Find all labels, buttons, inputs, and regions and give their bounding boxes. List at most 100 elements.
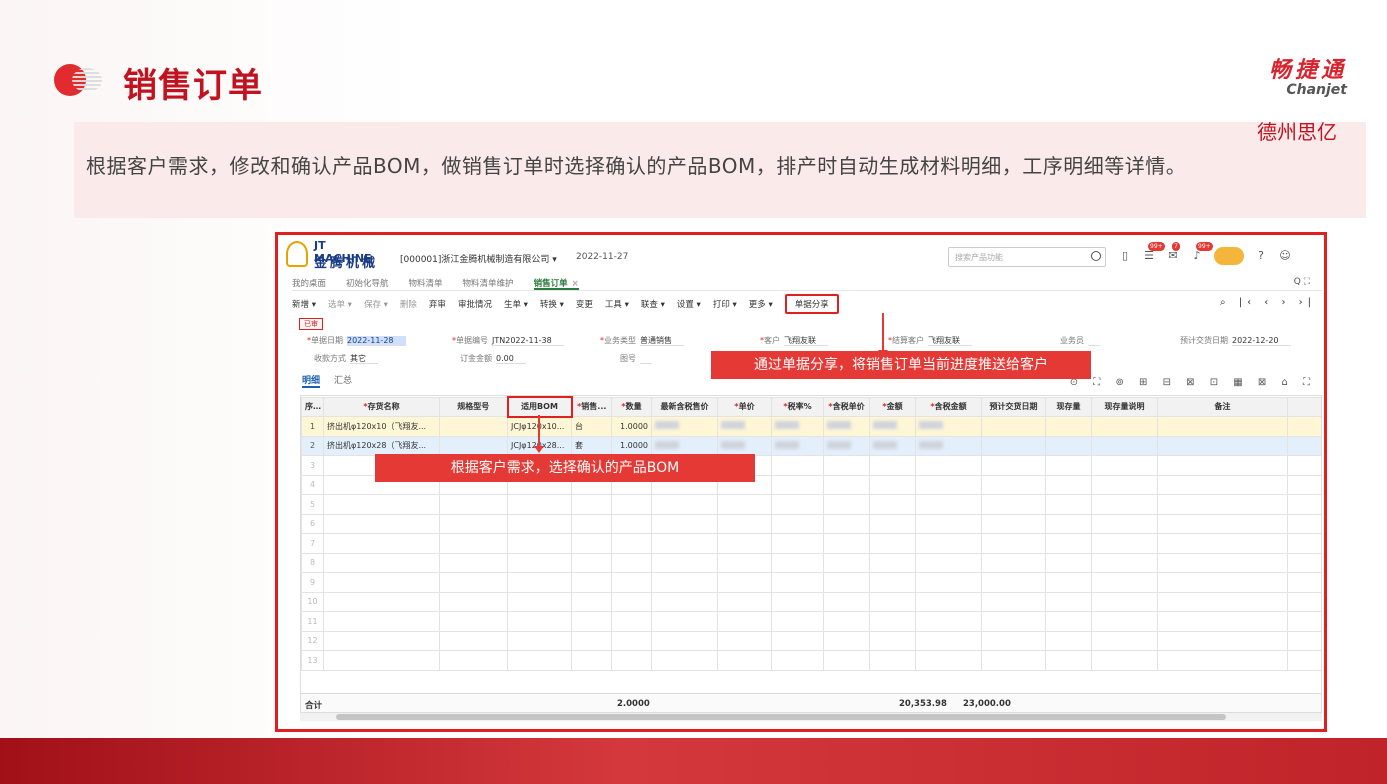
col-qty[interactable]: *数量 (611, 396, 652, 417)
grid-cell[interactable] (439, 513, 508, 534)
grid-cell[interactable] (439, 552, 508, 573)
grid-cell[interactable] (717, 533, 772, 554)
row-name[interactable]: 挤出机φ120x10（飞翔友... (323, 416, 440, 437)
grid-cell[interactable] (323, 611, 440, 632)
grid-cell[interactable] (651, 650, 718, 671)
grid-cell[interactable] (1045, 513, 1092, 534)
grid-cell[interactable] (823, 611, 870, 632)
row-taxamount[interactable] (915, 416, 982, 437)
grid-cell[interactable] (981, 494, 1046, 515)
biztype-input[interactable]: 普通销售 (640, 336, 684, 346)
grid-cell[interactable] (1045, 611, 1092, 632)
grid-cell[interactable] (323, 513, 440, 534)
grid-cell[interactable] (571, 591, 612, 612)
grid-cell[interactable] (507, 572, 572, 593)
grid-cell[interactable] (915, 591, 982, 612)
row-return[interactable] (1287, 416, 1321, 437)
col-unit[interactable]: *销售... (571, 396, 612, 417)
tb-settings[interactable]: 设置 ▾ (677, 298, 701, 310)
grid-cell[interactable] (915, 650, 982, 671)
grid-cell[interactable] (915, 513, 982, 534)
salesman-input[interactable] (1088, 336, 1100, 346)
row-spec[interactable] (439, 435, 508, 456)
tb-change[interactable]: 变更 (576, 298, 593, 310)
grid-cell[interactable] (869, 591, 916, 612)
grid-cell[interactable] (915, 552, 982, 573)
grid-cell[interactable] (323, 572, 440, 593)
grid-cell[interactable] (771, 650, 824, 671)
grid-cell[interactable] (1091, 533, 1158, 554)
row-price[interactable] (717, 435, 772, 456)
row-qty[interactable]: 1.0000 (611, 435, 652, 456)
grid-cell[interactable] (1157, 455, 1288, 476)
grid-cell[interactable] (717, 630, 772, 651)
tb-print[interactable]: 打印 ▾ (713, 298, 737, 310)
grid-cell[interactable] (717, 650, 772, 671)
grid-cell[interactable] (1157, 650, 1288, 671)
table-row[interactable]: 11 (301, 611, 1321, 632)
col-price[interactable]: *单价 (717, 396, 772, 417)
row-remark[interactable] (1157, 435, 1288, 456)
subtab-detail[interactable]: 明细 (302, 373, 321, 388)
grid-cell[interactable] (771, 494, 824, 515)
row-delivery[interactable] (981, 416, 1046, 437)
grid-cell[interactable] (869, 611, 916, 632)
grid-cell[interactable] (1157, 591, 1288, 612)
grid-cell[interactable] (611, 513, 652, 534)
tab-bom-list[interactable]: 物料清单 (409, 275, 443, 290)
grid-cell[interactable] (571, 572, 612, 593)
grid-cell[interactable] (651, 630, 718, 651)
grid-cell[interactable] (611, 591, 652, 612)
grid-cell[interactable] (1287, 630, 1321, 651)
tab-init-nav[interactable]: 初始化导航 (346, 275, 389, 290)
grid-cell[interactable] (1045, 591, 1092, 612)
row-latest-price[interactable] (651, 416, 718, 437)
grid-cell[interactable] (771, 552, 824, 573)
grid-cell[interactable] (1157, 572, 1288, 593)
grid-cell[interactable] (823, 572, 870, 593)
grid-cell[interactable] (439, 533, 508, 554)
col-taxrate[interactable]: *税率% (771, 396, 824, 417)
grid-cell[interactable] (507, 533, 572, 554)
grid-cell[interactable] (981, 650, 1046, 671)
col-stock[interactable]: 现存量 (1045, 396, 1092, 417)
tab-desktop[interactable]: 我的桌面 (292, 275, 326, 290)
row-taxrate[interactable] (771, 435, 824, 456)
tb-new[interactable]: 新增 ▾ (292, 298, 316, 310)
row-unit[interactable]: 台 (571, 416, 612, 437)
tab-bom-maintain[interactable]: 物料清单维护 (463, 275, 514, 290)
grid-cell[interactable] (771, 455, 824, 476)
grid-cell[interactable] (1157, 513, 1288, 534)
grid-cell[interactable] (915, 572, 982, 593)
grid-cell[interactable] (1091, 455, 1158, 476)
row-stock[interactable] (1045, 416, 1092, 437)
col-name[interactable]: *存货名称 (323, 396, 440, 417)
grid-cell[interactable] (439, 650, 508, 671)
pay-input[interactable]: 其它 (350, 354, 378, 364)
row-price[interactable] (717, 416, 772, 437)
row-remark[interactable] (1157, 416, 1288, 437)
grid-cell[interactable] (717, 552, 772, 573)
grid-cell[interactable] (571, 513, 612, 534)
grid-cell[interactable] (717, 591, 772, 612)
grid-cell[interactable] (981, 474, 1046, 495)
grid-cell[interactable] (915, 611, 982, 632)
table-row[interactable]: 5 (301, 494, 1321, 515)
grid-cell[interactable] (651, 494, 718, 515)
grid-cell[interactable] (915, 630, 982, 651)
grid-cell[interactable] (1045, 650, 1092, 671)
phone-icon[interactable]: ▯ (1118, 249, 1132, 263)
grid-cell[interactable] (1045, 474, 1092, 495)
grid-cell[interactable] (1091, 630, 1158, 651)
grid-cell[interactable] (611, 650, 652, 671)
row-amount[interactable] (869, 435, 916, 456)
grid-cell[interactable] (439, 611, 508, 632)
grid-cell[interactable] (611, 533, 652, 554)
table-row[interactable]: 1 挤出机φ120x10（飞翔友... JCJφ120x10... 台 1.00… (301, 416, 1321, 437)
row-qty[interactable]: 1.0000 (611, 416, 652, 437)
table-row[interactable]: 7 (301, 533, 1321, 554)
grid-cell[interactable] (823, 474, 870, 495)
table-row[interactable]: 10 (301, 591, 1321, 612)
grid-cell[interactable] (869, 630, 916, 651)
col-delivery[interactable]: 预计交货日期 (981, 396, 1046, 417)
